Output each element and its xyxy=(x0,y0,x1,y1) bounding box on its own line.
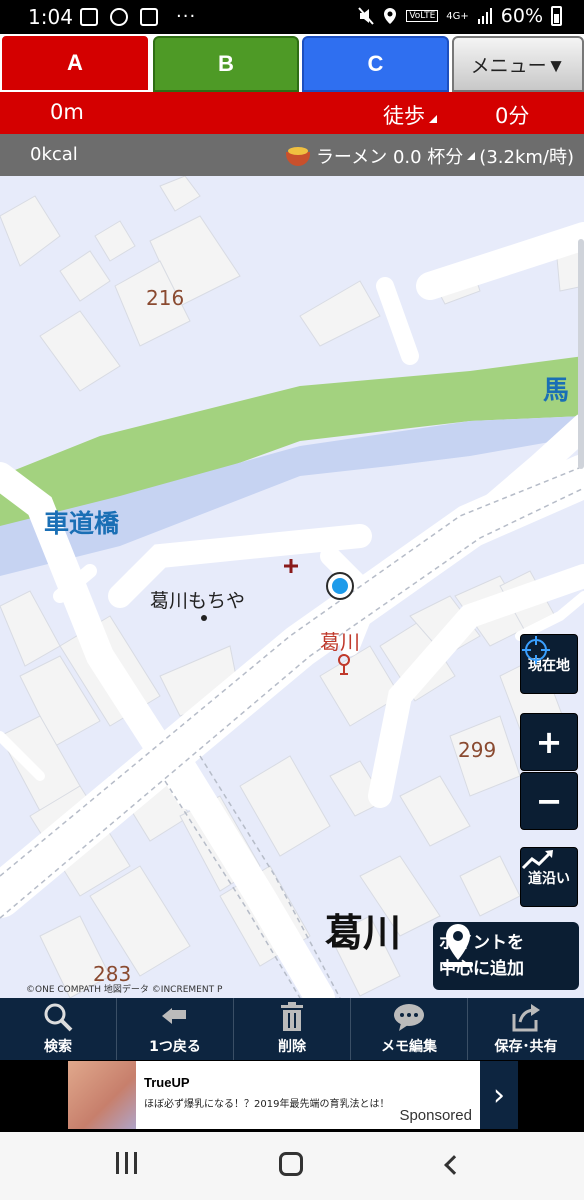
search-button[interactable]: 検索 xyxy=(0,998,117,1060)
zoom-in-button[interactable]: + xyxy=(520,713,578,771)
battery-icon xyxy=(551,6,562,26)
map-label-299: 299 xyxy=(458,738,497,762)
status-bar: 1:04 ··· VoLTE 4G+ 60% xyxy=(0,0,584,34)
map-copyright: ©ONE COMPATH 地図データ ©INCREMENT P xyxy=(26,985,223,995)
map-canvas[interactable] xyxy=(0,176,584,998)
along-road-button[interactable]: 道沿い xyxy=(520,847,578,907)
undo-icon xyxy=(158,1000,192,1034)
more-notifications-dots: ··· xyxy=(176,6,197,27)
dropdown-corner-icon xyxy=(429,115,437,123)
recent-apps-icon-bar xyxy=(125,1152,128,1174)
undo-button[interactable]: 1つ戻る xyxy=(117,998,234,1060)
ad-content[interactable]: TrueUP ほぼ必ず爆乳になる！？2019年最先端の育乳法とは！ Sponso… xyxy=(136,1061,480,1129)
ad-arrow-button[interactable]: › xyxy=(480,1061,518,1129)
shield-icon xyxy=(80,7,98,26)
travel-mode-selector[interactable]: 徒歩 xyxy=(383,100,437,130)
ad-title: TrueUP xyxy=(144,1075,190,1090)
status-notification-icons: ··· xyxy=(80,6,196,27)
shop-dot-icon xyxy=(201,615,207,621)
memo-edit-label: メモ編集 xyxy=(381,1039,437,1055)
current-location-button[interactable]: 現在地 xyxy=(520,634,578,694)
tab-c[interactable]: C xyxy=(302,36,449,92)
route-info-bar: 0m 徒歩 0分 xyxy=(0,92,584,134)
location-icon xyxy=(384,8,397,24)
undo-label: 1つ戻る xyxy=(149,1039,201,1055)
trend-arrow-icon xyxy=(521,850,553,870)
map-label-katsukawa-mochiya: 葛川もちや xyxy=(150,590,246,612)
ad-thumbnail-image[interactable] xyxy=(68,1061,136,1129)
bottom-toolbar: 検索 1つ戻る 削除 メモ編集 保存･共有 xyxy=(0,998,584,1060)
zoom-out-button[interactable]: − xyxy=(520,772,578,830)
map-scrollbar[interactable] xyxy=(578,239,584,469)
tab-a[interactable]: A xyxy=(0,34,150,92)
map-label-katsukawa-area: 葛川 xyxy=(325,911,402,955)
ad-description: ほぼ必ず爆乳になる！？2019年最先端の育乳法とは！ xyxy=(144,1099,390,1110)
trash-icon xyxy=(275,1000,309,1034)
ramen-bowl-icon xyxy=(284,145,312,167)
distance-value: 0m xyxy=(50,100,84,124)
search-icon xyxy=(41,1000,75,1034)
ad-banner[interactable]: TrueUP ほぼ必ず爆乳になる！？2019年最先端の育乳法とは！ Sponso… xyxy=(0,1060,584,1132)
map-view[interactable]: 216 馬 車道橋 葛川もちや 葛川 299 葛川 283 現在地 + − 道沿… xyxy=(0,176,584,998)
duration-value: 0分 xyxy=(495,104,530,128)
route-tabs: A B C メニュー▼ xyxy=(0,34,584,92)
menu-button[interactable]: メニュー▼ xyxy=(452,36,584,92)
delete-button[interactable]: 削除 xyxy=(234,998,351,1060)
back-button[interactable] xyxy=(444,1155,464,1175)
calorie-value: 0kcal xyxy=(30,144,78,165)
food-equivalent-selector[interactable]: ラーメン 0.0 杯分 (3.2km/時) xyxy=(284,143,574,169)
signal-icon xyxy=(477,8,492,24)
current-location-dot-icon xyxy=(326,572,354,600)
add-point-button[interactable]: ポイントを 中心に追加 xyxy=(433,922,579,990)
status-system-icons: VoLTE 4G+ 60% xyxy=(358,5,562,27)
home-button[interactable] xyxy=(279,1152,303,1176)
hospital-marker-icon xyxy=(284,559,298,573)
status-time: 1:04 xyxy=(28,5,73,29)
app-notification-icon xyxy=(140,7,158,26)
wifi-calling-icon xyxy=(110,7,128,26)
share-icon xyxy=(509,1000,543,1034)
map-pin-icon xyxy=(443,924,473,967)
speech-bubble-icon xyxy=(392,1000,426,1034)
travel-mode-label: 徒歩 xyxy=(383,104,425,128)
map-label-katsukawa-stop: 葛川 xyxy=(320,630,360,654)
map-label-uma: 馬 xyxy=(543,376,570,406)
save-share-button[interactable]: 保存･共有 xyxy=(468,998,584,1060)
recent-apps-icon-bar xyxy=(134,1152,137,1174)
network-type: 4G+ xyxy=(446,10,469,22)
recent-apps-button[interactable] xyxy=(116,1152,140,1180)
crosshair-icon xyxy=(522,636,550,664)
ad-sponsored-label: Sponsored xyxy=(399,1107,472,1124)
delete-label: 削除 xyxy=(278,1039,306,1055)
calorie-info-bar: 0kcal ラーメン 0.0 杯分 (3.2km/時) xyxy=(0,134,584,176)
map-label-shadomichi-bridge: 車道橋 xyxy=(44,509,120,538)
plus-icon: + xyxy=(535,723,563,761)
system-nav-bar xyxy=(0,1132,584,1200)
volte-badge: VoLTE xyxy=(406,10,439,22)
speed-label: (3.2km/時) xyxy=(479,147,574,168)
battery-percent: 60% xyxy=(500,5,543,27)
memo-edit-button[interactable]: メモ編集 xyxy=(351,998,468,1060)
tab-b[interactable]: B xyxy=(153,36,299,92)
mute-icon xyxy=(358,7,375,25)
minus-icon: − xyxy=(535,782,563,820)
dropdown-corner-icon xyxy=(467,152,476,160)
save-share-label: 保存･共有 xyxy=(494,1039,558,1055)
search-label: 検索 xyxy=(44,1039,72,1055)
recent-apps-icon xyxy=(116,1152,119,1174)
chevron-right-icon: › xyxy=(493,1077,505,1113)
food-equivalent-label: ラーメン 0.0 杯分 xyxy=(315,147,464,168)
map-label-216: 216 xyxy=(146,286,185,310)
